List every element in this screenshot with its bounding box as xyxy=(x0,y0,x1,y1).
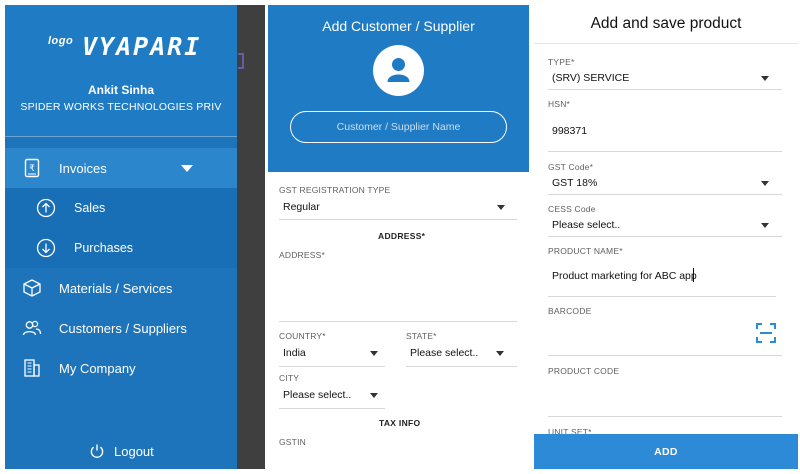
nav-item-label: Sales xyxy=(74,201,106,215)
dropdown-caret-icon[interactable] xyxy=(761,76,769,81)
nav-item-customers-suppliers[interactable]: Customers / Suppliers xyxy=(5,308,237,348)
field-underline xyxy=(279,321,517,322)
field-underline xyxy=(548,89,782,90)
cess-code-select[interactable]: Please select.. xyxy=(552,219,620,231)
svg-text:₹: ₹ xyxy=(29,164,35,174)
invoices-submenu: Sales Purchases xyxy=(5,188,237,268)
field-underline xyxy=(548,236,782,237)
customer-name-input[interactable] xyxy=(290,111,507,143)
country-label: COUNTRY* xyxy=(279,331,326,341)
header-divider xyxy=(5,136,237,137)
address-field[interactable] xyxy=(279,262,517,320)
background-icon-fragment xyxy=(238,53,244,69)
page-title: Add Customer / Supplier xyxy=(322,18,475,34)
barcode-label: BARCODE xyxy=(548,306,592,316)
dropdown-caret-icon[interactable] xyxy=(370,393,378,398)
gst-type-label: GST REGISTRATION TYPE xyxy=(279,185,391,195)
header-divider xyxy=(534,43,798,44)
logo-small-text: logo xyxy=(48,35,74,47)
gstin-label: GSTIN xyxy=(279,437,306,447)
country-select[interactable]: India xyxy=(283,347,306,359)
tax-info-heading: TAX INFO xyxy=(379,418,421,428)
nav-item-label: My Company xyxy=(59,360,136,376)
screenshot-collage: logo VYAPARI Ankit Sinha SPIDER WORKS TE… xyxy=(0,0,800,474)
nav-item-invoices[interactable]: ₹ Invoices xyxy=(5,148,237,188)
nav-item-materials-services[interactable]: Materials / Services xyxy=(5,268,237,308)
field-underline xyxy=(548,416,782,417)
gstin-field[interactable] xyxy=(279,449,517,469)
field-underline xyxy=(279,219,517,220)
arrow-down-circle-icon xyxy=(36,238,56,258)
field-underline xyxy=(279,366,385,367)
field-underline xyxy=(548,355,782,356)
field-underline xyxy=(406,366,517,367)
gst-code-label: GST Code* xyxy=(548,162,594,172)
nav-drawer: logo VYAPARI Ankit Sinha SPIDER WORKS TE… xyxy=(5,5,237,469)
barcode-scan-icon[interactable] xyxy=(756,323,776,343)
hsn-label: HSN* xyxy=(548,99,571,109)
nav-drawer-screen: logo VYAPARI Ankit Sinha SPIDER WORKS TE… xyxy=(5,5,265,469)
add-customer-screen: Add Customer / Supplier GST REGISTRATION… xyxy=(268,5,529,469)
city-label: CITY xyxy=(279,373,300,383)
gst-type-select[interactable]: Regular xyxy=(283,201,320,213)
company-name: SPIDER WORKS TECHNOLOGIES PRIV xyxy=(20,101,222,113)
cess-code-label: CESS Code xyxy=(548,204,596,214)
customer-header: Add Customer / Supplier xyxy=(268,5,529,172)
product-name-input[interactable]: Product marketing for ABC app xyxy=(552,270,697,282)
state-select[interactable]: Please select.. xyxy=(410,347,478,359)
city-select[interactable]: Please select.. xyxy=(283,389,351,401)
address-label: ADDRESS* xyxy=(279,250,326,260)
nav-item-label: Invoices xyxy=(59,160,107,176)
arrow-up-circle-icon xyxy=(36,198,56,218)
logout-button[interactable]: Logout xyxy=(5,439,237,465)
product-code-label: PRODUCT CODE xyxy=(548,366,620,376)
product-code-input[interactable] xyxy=(548,379,782,415)
power-icon xyxy=(90,444,104,458)
logo-wordmark: VYAPARI xyxy=(82,32,202,61)
field-underline xyxy=(279,408,385,409)
background-scrim[interactable] xyxy=(237,5,265,469)
text-cursor xyxy=(693,268,694,282)
chevron-down-icon[interactable] xyxy=(181,165,193,172)
field-underline xyxy=(548,296,776,297)
building-icon xyxy=(24,359,40,377)
gst-code-select[interactable]: GST 18% xyxy=(552,177,597,189)
people-icon xyxy=(22,320,42,336)
user-name: Ankit Sinha xyxy=(87,83,154,97)
state-label: STATE* xyxy=(406,331,437,341)
nav-item-label: Customers / Suppliers xyxy=(59,320,187,336)
field-underline xyxy=(548,151,782,152)
add-button[interactable]: ADD xyxy=(534,434,798,469)
nav-item-sales[interactable]: Sales xyxy=(5,188,237,228)
drawer-header: logo VYAPARI Ankit Sinha SPIDER WORKS TE… xyxy=(5,5,237,136)
type-select[interactable]: (SRV) SERVICE xyxy=(552,72,629,84)
hsn-input[interactable]: 998371 xyxy=(552,125,587,137)
nav-item-label: Purchases xyxy=(74,241,134,255)
address-heading: ADDRESS* xyxy=(378,231,426,241)
type-label: TYPE* xyxy=(548,57,575,67)
nav-item-purchases[interactable]: Purchases xyxy=(5,228,237,268)
dropdown-caret-icon[interactable] xyxy=(496,351,504,356)
nav-item-label: Materials / Services xyxy=(59,280,173,296)
box-icon xyxy=(23,279,41,297)
avatar[interactable] xyxy=(373,45,424,96)
dropdown-caret-icon[interactable] xyxy=(761,181,769,186)
logout-label: Logout xyxy=(114,444,154,459)
dropdown-caret-icon[interactable] xyxy=(370,351,378,356)
app-logo: logo VYAPARI xyxy=(48,32,202,61)
add-product-screen: Add and save product TYPE* (SRV) SERVICE… xyxy=(534,5,798,469)
user-icon xyxy=(387,58,410,82)
field-underline xyxy=(548,194,782,195)
dropdown-caret-icon[interactable] xyxy=(761,223,769,228)
page-title: Add and save product xyxy=(590,15,742,32)
dropdown-caret-icon[interactable] xyxy=(497,205,505,210)
product-name-label: PRODUCT NAME* xyxy=(548,246,623,256)
nav-item-my-company[interactable]: My Company xyxy=(5,348,237,388)
invoice-icon: ₹ xyxy=(24,158,40,178)
